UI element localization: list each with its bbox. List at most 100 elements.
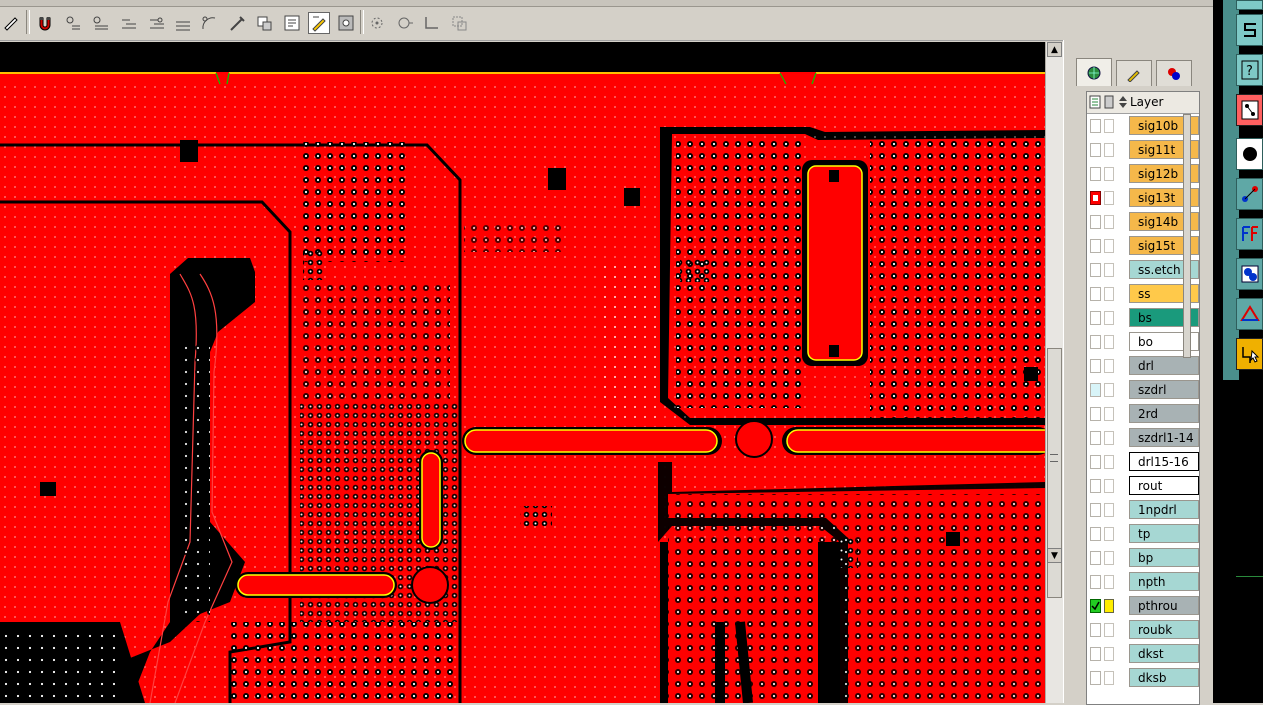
layer-visibility-checkbox[interactable]	[1090, 263, 1101, 277]
layer-select-checkbox[interactable]	[1104, 407, 1114, 421]
layer-select-checkbox[interactable]	[1104, 119, 1114, 133]
layer-select-checkbox[interactable]	[1104, 623, 1114, 637]
layer-row[interactable]: rout	[1087, 474, 1199, 498]
snap-arc-icon[interactable]	[172, 12, 194, 34]
layer-visibility-checkbox[interactable]	[1090, 383, 1101, 397]
layer-visibility-checkbox[interactable]	[1090, 239, 1101, 253]
layer-visibility-checkbox[interactable]	[1090, 119, 1101, 133]
layer-name: 2rd	[1129, 404, 1199, 423]
component-icon[interactable]	[1236, 94, 1263, 126]
layer-row[interactable]: tp	[1087, 522, 1199, 546]
s-shape-icon[interactable]	[1236, 14, 1263, 46]
layer-select-checkbox[interactable]	[1104, 575, 1114, 589]
layer-visibility-checkbox[interactable]	[1090, 311, 1101, 325]
arc-icon[interactable]	[198, 12, 220, 34]
scroll-up-arrow-icon[interactable]: ▲	[1047, 42, 1062, 57]
layer-select-checkbox[interactable]	[1104, 143, 1114, 157]
rotate-icon[interactable]	[394, 12, 416, 34]
magnet-icon[interactable]	[34, 12, 56, 34]
f-icon[interactable]	[1236, 218, 1263, 250]
snap-mid-icon[interactable]	[146, 12, 168, 34]
layer-visibility-checkbox[interactable]	[1090, 215, 1101, 229]
layer-select-checkbox[interactable]	[1104, 503, 1114, 517]
snap-edge-icon[interactable]	[118, 12, 140, 34]
layer-row[interactable]: 2rd	[1087, 402, 1199, 426]
layer-row[interactable]: 1npdrl	[1087, 498, 1199, 522]
settings-icon[interactable]	[335, 12, 357, 34]
help-icon[interactable]: ?	[1236, 54, 1263, 86]
connect-icon[interactable]	[1236, 178, 1263, 210]
layer-select-checkbox[interactable]	[1104, 239, 1114, 253]
layer-visibility-checkbox[interactable]	[1090, 479, 1101, 493]
layer-select-checkbox[interactable]	[1104, 383, 1114, 397]
layer-visibility-checkbox[interactable]	[1090, 191, 1101, 205]
layer-row[interactable]: szdrl1-14	[1087, 426, 1199, 450]
snap-line-icon[interactable]	[90, 12, 112, 34]
triangle-icon[interactable]	[1236, 298, 1263, 330]
pcb-drawing[interactable]	[0, 42, 1045, 703]
group-select-icon[interactable]	[1236, 258, 1263, 290]
layer-visibility-checkbox[interactable]	[1090, 143, 1101, 157]
layer-select-checkbox[interactable]	[1104, 215, 1114, 229]
layer-select-checkbox[interactable]	[1104, 479, 1114, 493]
layer-select-checkbox[interactable]	[1104, 167, 1114, 181]
layer-row[interactable]: npth	[1087, 570, 1199, 594]
layer-visibility-checkbox[interactable]	[1090, 503, 1101, 517]
layer-visibility-checkbox[interactable]	[1090, 575, 1101, 589]
layer-select-checkbox[interactable]	[1104, 335, 1114, 349]
layer-visibility-checkbox[interactable]	[1090, 551, 1101, 565]
tab-layers[interactable]	[1076, 58, 1112, 86]
layer-select-checkbox[interactable]	[1104, 263, 1114, 277]
layer-select-checkbox[interactable]	[1104, 287, 1114, 301]
layer-select-checkbox[interactable]	[1104, 599, 1114, 613]
tab-display[interactable]	[1156, 60, 1192, 86]
pcb-canvas[interactable]	[0, 42, 1045, 703]
layer-visibility-checkbox[interactable]	[1090, 527, 1101, 541]
layer-row[interactable]: szdrl	[1087, 378, 1199, 402]
layer-visibility-checkbox[interactable]	[1090, 599, 1101, 613]
layer-edit-icon[interactable]	[0, 12, 22, 34]
layer-visibility-checkbox[interactable]	[1090, 455, 1101, 469]
edit-icon[interactable]	[308, 12, 330, 34]
layer-select-checkbox[interactable]	[1104, 359, 1114, 373]
probe-icon[interactable]	[226, 12, 248, 34]
layer-select-checkbox[interactable]	[1104, 431, 1114, 445]
layer-visibility-checkbox[interactable]	[1090, 647, 1101, 661]
layer-visibility-checkbox[interactable]	[1090, 431, 1101, 445]
layer-visibility-checkbox[interactable]	[1090, 335, 1101, 349]
layer-visibility-checkbox[interactable]	[1090, 287, 1101, 301]
layer-row[interactable]: bp	[1087, 546, 1199, 570]
layer-list-scrollbar[interactable]	[1183, 114, 1191, 358]
layer-row[interactable]: dkst	[1087, 642, 1199, 666]
layer-row[interactable]: pthrou	[1087, 594, 1199, 618]
square-icon[interactable]	[1236, 0, 1263, 10]
layer-list: Layer sig10b sig11t sig12b sig13t sig14b sig1…	[1086, 91, 1200, 705]
layer-row[interactable]: roubk	[1087, 618, 1199, 642]
toolbar-separator	[360, 10, 364, 34]
layer-select-checkbox[interactable]	[1104, 527, 1114, 541]
dot-icon[interactable]	[1236, 138, 1263, 170]
canvas-vertical-scrollbar[interactable]: ▲ ▼	[1045, 42, 1063, 703]
zoom-icon[interactable]	[366, 12, 388, 34]
layer-visibility-checkbox[interactable]	[1090, 623, 1101, 637]
layer-visibility-checkbox[interactable]	[1090, 167, 1101, 181]
layer-select-checkbox[interactable]	[1104, 671, 1114, 685]
properties-icon[interactable]	[281, 12, 303, 34]
layer-select-checkbox[interactable]	[1104, 455, 1114, 469]
group-icon[interactable]	[448, 12, 470, 34]
corner-icon[interactable]	[420, 12, 442, 34]
layer-select-checkbox[interactable]	[1104, 647, 1114, 661]
route-icon[interactable]	[1236, 338, 1263, 370]
layer-visibility-checkbox[interactable]	[1090, 359, 1101, 373]
layer-select-checkbox[interactable]	[1104, 311, 1114, 325]
tab-edit[interactable]	[1116, 60, 1152, 86]
layer-select-checkbox[interactable]	[1104, 551, 1114, 565]
layer-visibility-checkbox[interactable]	[1090, 407, 1101, 421]
layer-select-checkbox[interactable]	[1104, 191, 1114, 205]
place-icon[interactable]	[253, 12, 275, 34]
layer-row[interactable]: drl15-16	[1087, 450, 1199, 474]
layer-row[interactable]: dksb	[1087, 666, 1199, 690]
snap-point-icon[interactable]	[62, 12, 84, 34]
layer-visibility-checkbox[interactable]	[1090, 671, 1101, 685]
scroll-down-arrow-icon[interactable]: ▼	[1047, 548, 1062, 563]
